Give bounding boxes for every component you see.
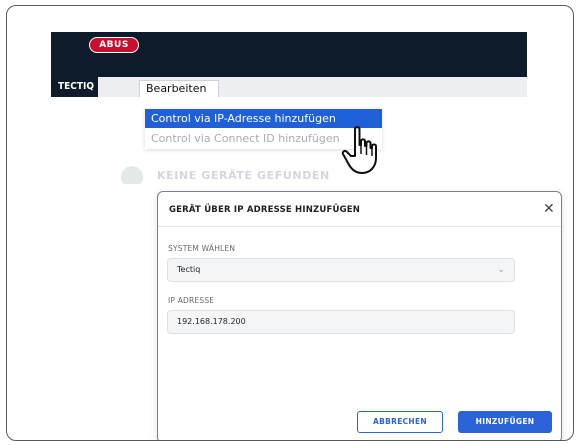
empty-state-text: KEINE GERÄTE GEFUNDEN [157, 169, 330, 182]
system-label: SYSTEM WÄHLEN [168, 244, 236, 253]
cancel-button[interactable]: ABBRECHEN [357, 411, 443, 433]
screenshot-frame: ABUS TECTIQ Bearbeiten Control via IP-Ad… [6, 5, 574, 441]
add-device-dialog: GERÄT ÜBER IP ADRESSE HINZUFÜGEN ✕ SYSTE… [157, 191, 562, 440]
status-icon [121, 166, 143, 184]
app-header: ABUS [51, 32, 527, 77]
system-select[interactable]: Tectiq ⌄ [167, 258, 515, 282]
abus-logo: ABUS [89, 37, 139, 53]
system-select-value: Tectiq [177, 265, 201, 274]
dialog-title: GERÄT ÜBER IP ADRESSE HINZUFÜGEN [169, 205, 361, 215]
menubar [51, 77, 527, 97]
ip-address-input[interactable]: 192.168.178.200 [167, 310, 515, 334]
chevron-down-icon: ⌄ [497, 265, 505, 275]
add-button[interactable]: HINZUFÜGEN [458, 411, 552, 433]
dialog-divider [158, 226, 561, 227]
ip-label: IP ADRESSE [168, 296, 215, 305]
ip-address-value: 192.168.178.200 [177, 317, 246, 326]
empty-state: KEINE GERÄTE GEFUNDEN [121, 164, 341, 184]
close-icon[interactable]: ✕ [543, 202, 555, 216]
hand-pointer-icon [341, 126, 377, 174]
menu-tectiq[interactable]: TECTIQ [51, 77, 98, 97]
menu-bearbeiten[interactable]: Bearbeiten [139, 80, 219, 97]
